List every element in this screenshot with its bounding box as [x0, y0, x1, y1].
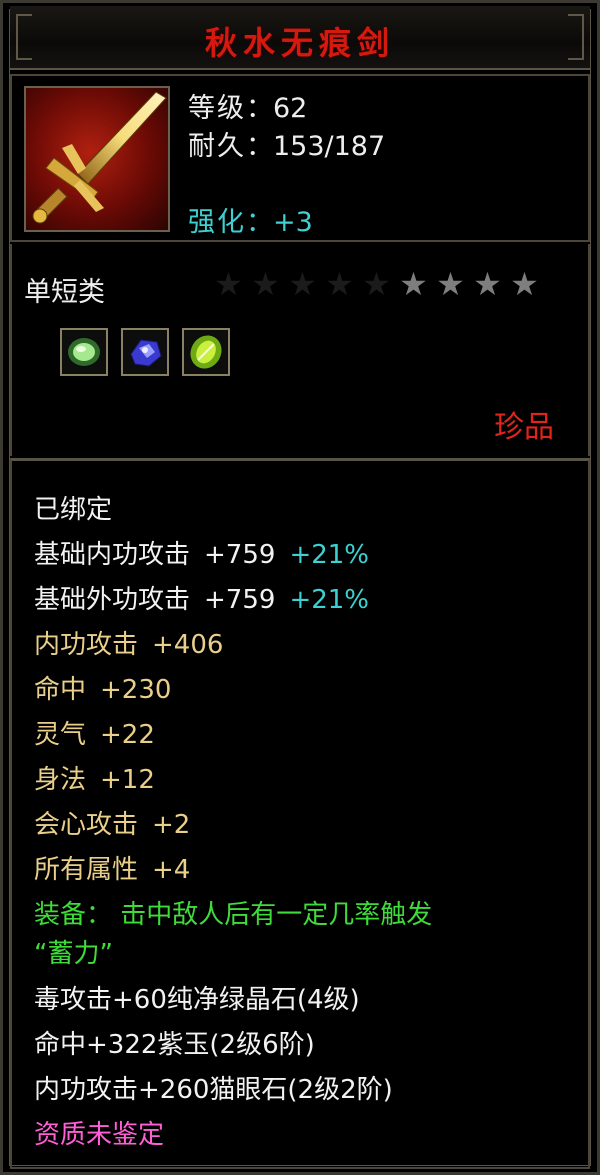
equip-effect-name: “蓄力” — [34, 939, 113, 969]
gem-bonus-line: 毒攻击+60纯净绿晶石(4级) — [34, 985, 360, 1015]
bound-status: 已绑定 — [34, 495, 113, 525]
item-header-section: 等级：62 耐久：153/187 强化：+3 — [10, 74, 590, 242]
base-outer-attack: 基础外功攻击 +759 +21% — [34, 585, 370, 615]
gem-bonus-line: 内功攻击+260猫眼石(2级2阶) — [34, 1075, 393, 1105]
star-filled-icon: ★ — [436, 265, 465, 303]
star-empty-icon: ★ — [362, 265, 391, 303]
quality-status: 资质未鉴定 — [34, 1120, 165, 1150]
base-inner-attack: 基础内功攻击 +759 +21% — [34, 540, 370, 570]
extra-attribute: 身法 +12 — [34, 765, 155, 795]
item-name: 秋水无痕剑 — [204, 24, 395, 62]
weapon-category: 单短类 — [24, 277, 105, 308]
extra-attribute: 灵气 +22 — [34, 720, 155, 750]
cats-eye-gem-icon[interactable] — [182, 328, 230, 376]
star-filled-icon: ★ — [473, 265, 502, 303]
gem-bonus-line: 命中+322紫玉(2级6阶) — [34, 1030, 315, 1060]
sword-icon — [24, 86, 170, 232]
star-empty-icon: ★ — [214, 265, 243, 303]
star-empty-icon: ★ — [251, 265, 280, 303]
extra-attribute: 所有属性 +4 — [34, 855, 191, 885]
extra-attribute: 内功攻击 +406 — [34, 630, 224, 660]
star-filled-icon: ★ — [510, 265, 539, 303]
extra-attribute: 命中 +230 — [34, 675, 172, 705]
rarity-label: 珍品 — [494, 410, 554, 445]
purple-gem-icon[interactable] — [121, 328, 169, 376]
level-stat: 等级：62 — [188, 93, 308, 124]
title-bar: 秋水无痕剑 — [10, 6, 590, 70]
green-jade-gem-icon[interactable] — [60, 328, 108, 376]
equip-effect: 装备： 击中敌人后有一定几率触发 — [34, 900, 433, 930]
enhance-stat: 强化：+3 — [188, 207, 313, 238]
star-filled-icon: ★ — [399, 265, 428, 303]
extra-attribute: 会心攻击 +2 — [34, 810, 191, 840]
durability-stat: 耐久：153/187 — [188, 131, 386, 162]
star-empty-icon: ★ — [325, 265, 354, 303]
star-empty-icon: ★ — [288, 265, 317, 303]
star-rating: ★ ★ ★ ★ ★ ★ ★ ★ ★ — [210, 266, 543, 302]
